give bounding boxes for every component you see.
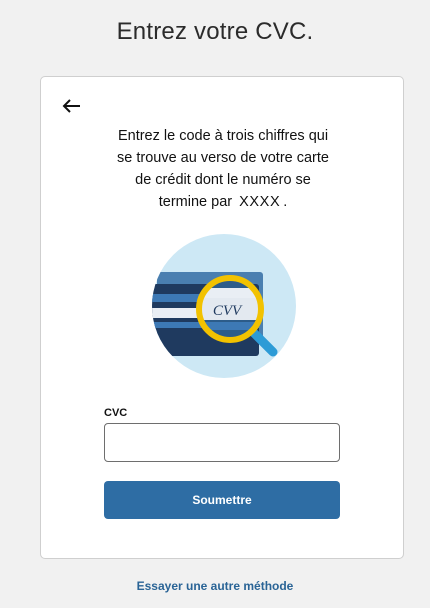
submit-button[interactable]: Soumettre [104,481,340,519]
cvc-label: CVC [104,407,128,419]
instruction-line: se trouve au verso de votre carte [117,150,329,166]
cvc-card: Entrez le code à trois chiffres qui se t… [40,76,404,559]
cvv-text: CVV [213,303,243,319]
credit-card-cvv-magnifier-icon: CVV [152,234,296,378]
back-arrow-icon[interactable] [61,97,83,115]
instruction-line: termine par [158,194,233,210]
instruction-line: Entrez le code à trois chiffres qui [117,128,329,144]
instruction-text: Entrez le code à trois chiffres qui se t… [91,125,355,213]
card-number-mask: XXXX [239,194,281,210]
cvc-input[interactable] [104,423,340,462]
page-title: Entrez votre CVC. [116,18,314,45]
instruction-period: . [283,194,288,210]
instruction-line: de crédit dont le numéro se [135,172,311,188]
try-another-method-link[interactable]: Essayer une autre méthode [0,579,430,593]
